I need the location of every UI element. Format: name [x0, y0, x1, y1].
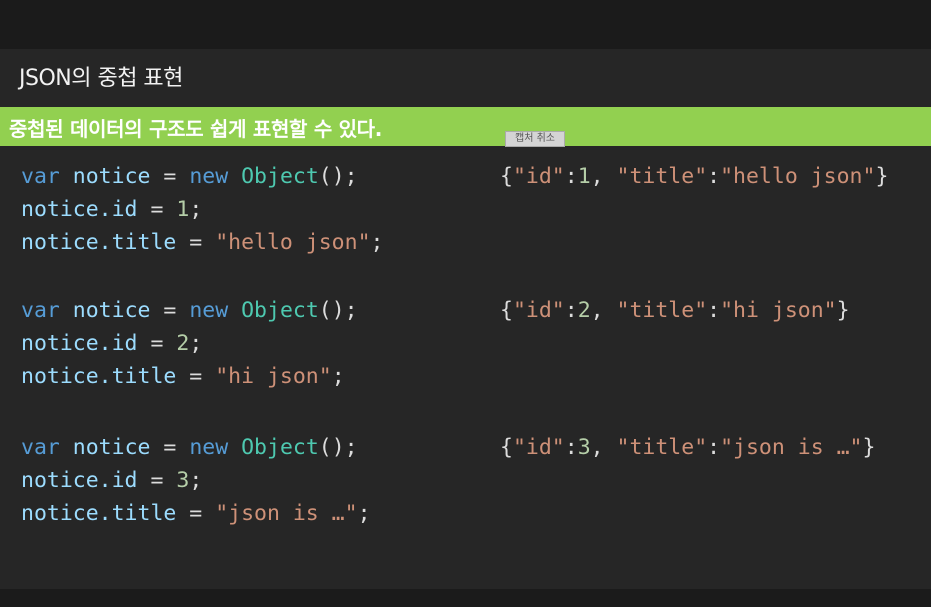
code-line: notice.title = "hello json";: [21, 230, 384, 255]
bottom-letterbox: [0, 589, 931, 607]
code-block-3: var notice = new Object(); notice.id = 3…: [21, 431, 371, 530]
code-line: var notice = new Object();: [21, 435, 358, 460]
banner-text: 중첩된 데이터의 구조도 쉽게 표현할 수 있다.: [9, 117, 383, 141]
json-example-2: {"id":2, "title":"hi json"}: [500, 298, 850, 323]
code-line: notice.id = 2;: [21, 331, 203, 356]
code-line: notice.title = "json is …";: [21, 501, 371, 526]
code-block-2: var notice = new Object(); notice.id = 2…: [21, 294, 358, 393]
json-example-1: {"id":1, "title":"hello json"}: [500, 164, 889, 189]
slide-title: JSON의 중첩 표현: [19, 66, 183, 91]
top-letterbox: [0, 0, 931, 49]
code-line: var notice = new Object();: [21, 164, 358, 189]
code-block-1: var notice = new Object(); notice.id = 1…: [21, 160, 383, 259]
code-line: var notice = new Object();: [21, 298, 358, 323]
cancel-capture-button[interactable]: 캡처 취소: [505, 131, 565, 147]
code-line: notice.id = 3;: [21, 468, 203, 493]
code-line: notice.title = "hi json";: [21, 364, 345, 389]
code-line: notice.id = 1;: [21, 197, 203, 222]
json-example-3: {"id":3, "title":"json is …"}: [500, 435, 876, 460]
